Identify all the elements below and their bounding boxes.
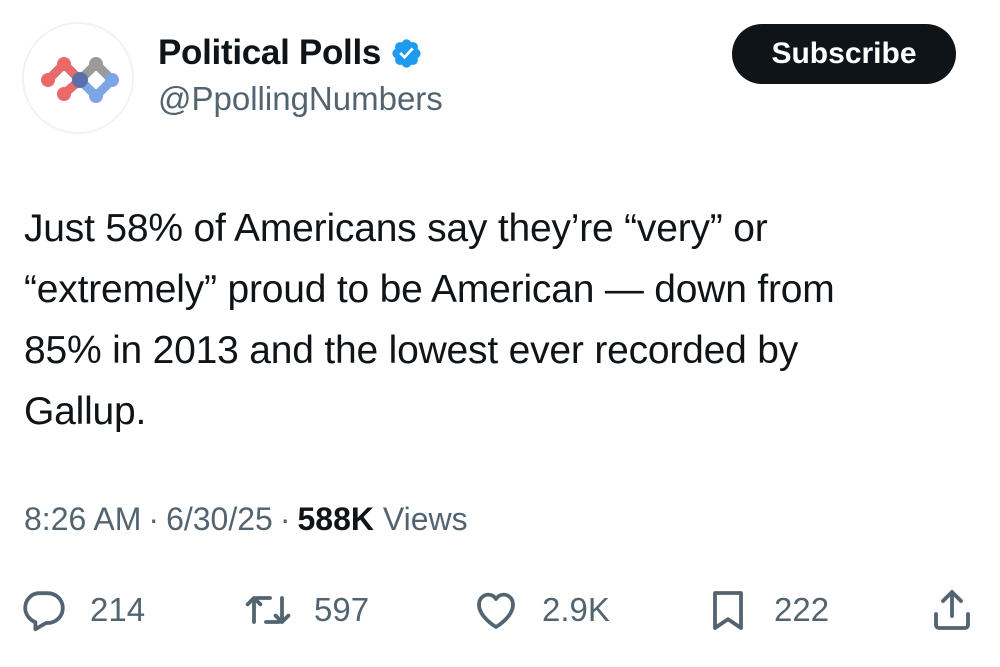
tweet-date[interactable]: 6/30/25 <box>166 501 273 537</box>
tweet-text: Just 58% of Americans say they’re “very”… <box>24 207 835 433</box>
bookmark-count: 222 <box>774 591 830 628</box>
tweet-time[interactable]: 8:26 AM <box>24 501 141 537</box>
author-display-name[interactable]: Political Polls <box>158 33 423 73</box>
bookmark-button[interactable]: 222 <box>704 585 829 635</box>
like-button[interactable]: 2.9K <box>472 585 610 635</box>
verified-badge-icon[interactable] <box>390 37 423 70</box>
share-button[interactable] <box>928 585 976 635</box>
like-count: 2.9K <box>542 591 610 628</box>
reply-count: 214 <box>90 591 146 628</box>
repost-button[interactable]: 597 <box>244 585 369 635</box>
repost-count: 597 <box>314 591 370 628</box>
subscribe-button[interactable]: Subscribe <box>732 24 956 84</box>
share-icon <box>934 590 970 630</box>
heart-icon <box>477 592 515 629</box>
separator: · <box>148 501 160 537</box>
avatar[interactable] <box>22 22 134 134</box>
bookmark-icon <box>713 591 743 630</box>
author-handle[interactable]: @PpollingNumbers <box>158 80 443 118</box>
repost-icon <box>245 596 291 624</box>
separator: · <box>279 501 291 537</box>
reply-button[interactable]: 214 <box>20 585 145 635</box>
reply-icon <box>23 591 65 632</box>
tweet-metadata: 8:26 AM · 6/30/25 · 588K Views <box>24 501 468 538</box>
views-label: Views <box>382 501 468 537</box>
views-count: 588K <box>297 501 374 537</box>
display-name-text: Political Polls <box>158 33 382 72</box>
network-logo-icon <box>41 57 119 103</box>
